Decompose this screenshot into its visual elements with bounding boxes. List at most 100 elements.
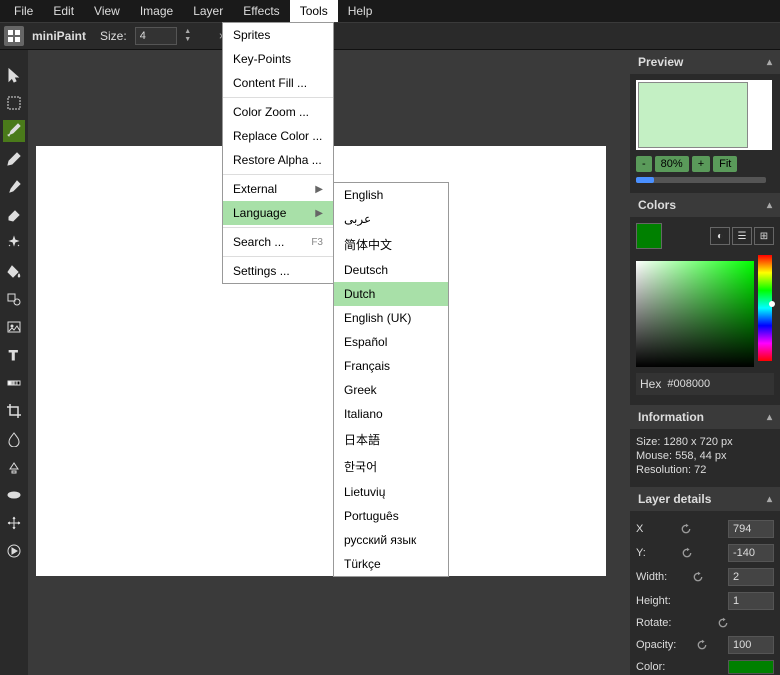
- menu-view[interactable]: View: [84, 0, 130, 22]
- lang-item[interactable]: Dutch: [334, 282, 448, 306]
- size-input[interactable]: [135, 27, 177, 45]
- reset-icon[interactable]: [695, 638, 709, 652]
- tools-item-sprites[interactable]: Sprites: [223, 23, 333, 47]
- info-size: Size: 1280 x 720 px: [636, 435, 774, 449]
- tools-item-restore-alpha-[interactable]: Restore Alpha ...: [223, 148, 333, 172]
- blur-tool[interactable]: [3, 428, 25, 450]
- crop-tool[interactable]: [3, 400, 25, 422]
- select-tool[interactable]: [3, 64, 25, 86]
- play-tool[interactable]: [3, 540, 25, 562]
- clone-tool[interactable]: [3, 456, 25, 478]
- y-input[interactable]: [728, 544, 774, 562]
- width-input[interactable]: [728, 568, 774, 586]
- lang-item[interactable]: 한국어: [334, 453, 448, 480]
- hex-input[interactable]: [667, 378, 737, 390]
- x-label: X: [636, 523, 643, 535]
- zoom-value[interactable]: 80%: [655, 156, 689, 172]
- reset-icon[interactable]: [691, 570, 705, 584]
- lang-item[interactable]: Greek: [334, 378, 448, 402]
- width-label: Width:: [636, 571, 667, 583]
- y-label: Y:: [636, 547, 646, 559]
- layer-details-panel: Layer details▴ X Y: Width: Height: Rotat…: [630, 487, 780, 675]
- marquee-tool[interactable]: [3, 92, 25, 114]
- reset-icon[interactable]: [679, 522, 693, 536]
- pencil-tool[interactable]: [3, 148, 25, 170]
- size-label: Size:: [100, 29, 127, 43]
- gradient-tool[interactable]: [3, 372, 25, 394]
- height-input[interactable]: [728, 592, 774, 610]
- lang-item[interactable]: Italiano: [334, 402, 448, 426]
- x-input[interactable]: [728, 520, 774, 538]
- size-spinner[interactable]: ▲▼: [183, 28, 193, 44]
- color-mode-circle[interactable]: ◐: [710, 227, 730, 245]
- opacity-label: Opacity:: [636, 639, 676, 651]
- tools-item-color-zoom-[interactable]: Color Zoom ...: [223, 100, 333, 124]
- color-gradient[interactable]: [636, 261, 754, 367]
- menu-file[interactable]: File: [4, 0, 43, 22]
- magic-tool[interactable]: [3, 232, 25, 254]
- zoom-in-button[interactable]: +: [692, 156, 710, 172]
- collapse-icon[interactable]: ▴: [767, 200, 772, 211]
- color-swatch[interactable]: [636, 223, 662, 249]
- menu-effects[interactable]: Effects: [233, 0, 289, 22]
- hex-label: Hex: [640, 377, 661, 391]
- reset-icon[interactable]: [716, 616, 730, 630]
- eyedropper-tool[interactable]: [3, 176, 25, 198]
- lang-item[interactable]: Türkçe: [334, 552, 448, 576]
- lang-item[interactable]: Français: [334, 354, 448, 378]
- layer-color-swatch[interactable]: [728, 660, 774, 674]
- text-tool[interactable]: T: [3, 344, 25, 366]
- menu-image[interactable]: Image: [130, 0, 183, 22]
- menu-edit[interactable]: Edit: [43, 0, 84, 22]
- tools-item-settings-[interactable]: Settings ...: [223, 259, 333, 283]
- hue-strip[interactable]: [758, 255, 772, 361]
- menu-help[interactable]: Help: [338, 0, 383, 22]
- information-title: Information: [638, 410, 704, 424]
- preview-thumb-wrap: [636, 80, 772, 150]
- sharpen-tool[interactable]: [3, 484, 25, 506]
- tools-item-external[interactable]: External▶: [223, 177, 333, 201]
- lang-item[interactable]: 简体中文: [334, 231, 448, 258]
- opacity-input[interactable]: [728, 636, 774, 654]
- zoom-slider[interactable]: [636, 177, 766, 183]
- lang-item[interactable]: русский язык: [334, 528, 448, 552]
- lang-item[interactable]: English (UK): [334, 306, 448, 330]
- colors-panel: Colors▴ ◐ ☰ ⊞ Hex: [630, 193, 780, 401]
- tools-item-content-fill-[interactable]: Content Fill ...: [223, 71, 333, 95]
- tools-item-search-[interactable]: Search ...F3: [223, 230, 333, 254]
- right-panel: Preview▴ - 80% + Fit Colors▴ ◐: [630, 50, 780, 675]
- lang-item[interactable]: عربى: [334, 207, 448, 231]
- eraser-tool[interactable]: [3, 204, 25, 226]
- preview-panel: Preview▴ - 80% + Fit: [630, 50, 780, 189]
- tools-item-key-points[interactable]: Key-Points: [223, 47, 333, 71]
- lang-item[interactable]: Deutsch: [334, 258, 448, 282]
- information-panel: Information▴ Size: 1280 x 720 px Mouse: …: [630, 405, 780, 483]
- color-mode-list[interactable]: ☰: [732, 227, 752, 245]
- lang-item[interactable]: Lietuvių: [334, 480, 448, 504]
- color-mode-grid[interactable]: ⊞: [754, 227, 774, 245]
- brand-name: miniPaint: [32, 29, 86, 43]
- tools-item-replace-color-[interactable]: Replace Color ...: [223, 124, 333, 148]
- lang-item[interactable]: Español: [334, 330, 448, 354]
- tools-item-language[interactable]: Language▶: [223, 201, 333, 225]
- collapse-icon[interactable]: ▴: [767, 57, 772, 68]
- preview-thumbnail[interactable]: [638, 82, 748, 148]
- menu-layer[interactable]: Layer: [183, 0, 233, 22]
- reset-icon[interactable]: [680, 546, 694, 560]
- lang-item[interactable]: English: [334, 183, 448, 207]
- fill-tool[interactable]: [3, 260, 25, 282]
- lang-item[interactable]: Português: [334, 504, 448, 528]
- chevron-right-icon: ▶: [315, 208, 323, 219]
- rotate-label: Rotate:: [636, 617, 671, 629]
- brush-tool[interactable]: [3, 120, 25, 142]
- shapes-tool[interactable]: [3, 288, 25, 310]
- menubar: FileEditViewImageLayerEffectsToolsHelp: [0, 0, 780, 22]
- lang-item[interactable]: 日本語: [334, 426, 448, 453]
- move-tool[interactable]: [3, 512, 25, 534]
- collapse-icon[interactable]: ▴: [767, 494, 772, 505]
- zoom-out-button[interactable]: -: [636, 156, 652, 172]
- image-tool[interactable]: [3, 316, 25, 338]
- menu-tools[interactable]: Tools: [290, 0, 338, 22]
- zoom-fit-button[interactable]: Fit: [713, 156, 737, 172]
- collapse-icon[interactable]: ▴: [767, 412, 772, 423]
